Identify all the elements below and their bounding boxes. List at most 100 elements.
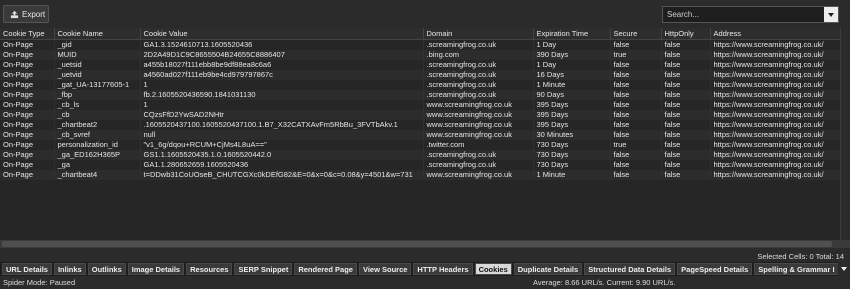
table-cell[interactable]: _uetsid bbox=[54, 60, 141, 70]
tab-duplicate-details[interactable]: Duplicate Details bbox=[513, 263, 583, 275]
column-header[interactable]: Expiration Time bbox=[533, 28, 611, 40]
table-row[interactable]: On-Page _gat_UA-13177605-1 1 .screamingfrog… bbox=[0, 80, 841, 90]
table-row[interactable]: On-Page _uetsid a455b18027f111ebb8be9df88e… bbox=[0, 60, 841, 70]
table-cell[interactable]: www.screamingfrog.co.uk bbox=[423, 120, 534, 130]
table-cell[interactable]: false bbox=[661, 140, 711, 150]
table-cell[interactable]: 730 Days bbox=[533, 160, 611, 170]
column-header[interactable]: Secure bbox=[610, 28, 662, 40]
table-cell[interactable]: true bbox=[610, 50, 662, 60]
tab-serp-snippet[interactable]: SERP Snippet bbox=[234, 263, 293, 275]
table-cell[interactable]: 730 Days bbox=[533, 150, 611, 160]
tab-structured-data-details[interactable]: Structured Data Details bbox=[584, 263, 676, 275]
table-cell[interactable]: On-Page bbox=[0, 140, 55, 150]
table-cell[interactable]: false bbox=[661, 130, 711, 140]
table-cell[interactable]: 1 bbox=[140, 80, 424, 90]
table-cell[interactable]: On-Page bbox=[0, 60, 55, 70]
tab-inlinks[interactable]: Inlinks bbox=[53, 263, 86, 275]
table-cell[interactable]: false bbox=[661, 120, 711, 130]
tab-rendered-page[interactable]: Rendered Page bbox=[294, 263, 357, 275]
table-cell[interactable]: On-Page bbox=[0, 80, 55, 90]
search-dropdown-button[interactable] bbox=[824, 7, 838, 22]
table-cell[interactable]: false bbox=[661, 100, 711, 110]
table-cell[interactable]: false bbox=[661, 110, 711, 120]
table-cell[interactable]: false bbox=[610, 80, 662, 90]
tab-view-source[interactable]: View Source bbox=[358, 263, 412, 275]
tab-http-headers[interactable]: HTTP Headers bbox=[413, 263, 473, 275]
table-cell[interactable]: On-Page bbox=[0, 39, 55, 50]
table-cell[interactable]: false bbox=[610, 90, 662, 100]
table-cell[interactable]: false bbox=[661, 50, 711, 60]
table-cell[interactable]: _gat_UA-13177605-1 bbox=[54, 80, 141, 90]
table-cell[interactable]: false bbox=[610, 100, 662, 110]
table-row[interactable]: On-Page _chartbeat2.1605520437100.1605520… bbox=[0, 120, 841, 130]
table-cell[interactable]: false bbox=[610, 70, 662, 80]
table-row[interactable]: On-Page _cb CQzsFfD2YwSAD2NHtr www.screamin… bbox=[0, 110, 841, 120]
table-row[interactable]: On-Page _cb_ls 1 www.screamingfrog.co.uk 395… bbox=[0, 100, 841, 110]
table-row[interactable]: On-Page personalization_id "v1_6g/dqou+RCU… bbox=[0, 140, 841, 150]
table-cell[interactable]: .1605520437100.1605520437100.1.B7_X32CAT… bbox=[140, 120, 424, 130]
table-cell[interactable]: personalization_id bbox=[54, 140, 141, 150]
table-cell[interactable]: t=DDwb31CoUOseB_CHUTCGXc0kDEfG82&E=0&x=0… bbox=[140, 170, 424, 180]
table-cell[interactable]: _ga bbox=[54, 160, 141, 170]
table-cell[interactable]: On-Page bbox=[0, 50, 55, 60]
table-cell[interactable]: On-Page bbox=[0, 170, 55, 180]
table-cell[interactable]: _cb_ls bbox=[54, 100, 141, 110]
column-header[interactable]: Address bbox=[710, 28, 841, 40]
table-cell[interactable]: false bbox=[610, 130, 662, 140]
table-cell[interactable]: https://www.screamingfrog.co.uk/ bbox=[710, 110, 841, 120]
table-cell[interactable]: On-Page bbox=[0, 160, 55, 170]
tabs-overflow-button[interactable] bbox=[838, 262, 850, 276]
table-cell[interactable]: 1 Minute bbox=[533, 170, 611, 180]
tab-cookies[interactable]: Cookies bbox=[474, 263, 512, 275]
table-row[interactable]: On-Page _gid GA1.3.1524610713.1605520436 .s… bbox=[0, 39, 841, 50]
column-header[interactable]: HttpOnly bbox=[661, 28, 711, 40]
table-cell[interactable]: 395 Days bbox=[533, 100, 611, 110]
table-cell[interactable]: _cb bbox=[54, 110, 141, 120]
table-cell[interactable]: .screamingfrog.co.uk bbox=[423, 90, 534, 100]
table-cell[interactable]: On-Page bbox=[0, 90, 55, 100]
table-row[interactable]: On-Page _uetvid a4560ad027f111eb9be4cd9797… bbox=[0, 70, 841, 80]
table-cell[interactable]: On-Page bbox=[0, 100, 55, 110]
table-cell[interactable]: false bbox=[661, 60, 711, 70]
table-cell[interactable]: _fbp bbox=[54, 90, 141, 100]
table-cell[interactable]: _chartbeat2 bbox=[54, 120, 141, 130]
table-cell[interactable]: www.screamingfrog.co.uk bbox=[423, 130, 534, 140]
tab-image-details[interactable]: Image Details bbox=[127, 263, 185, 275]
table-cell[interactable]: https://www.screamingfrog.co.uk/ bbox=[710, 130, 841, 140]
table-cell[interactable]: true bbox=[610, 140, 662, 150]
column-header[interactable]: Domain bbox=[423, 28, 534, 40]
table-cell[interactable]: GA1.3.1524610713.1605520436 bbox=[140, 39, 424, 50]
table-cell[interactable]: .screamingfrog.co.uk bbox=[423, 70, 534, 80]
table-cell[interactable]: 1 Minute bbox=[533, 80, 611, 90]
table-cell[interactable]: false bbox=[610, 170, 662, 180]
table-cell[interactable]: false bbox=[661, 39, 711, 50]
table-cell[interactable]: false bbox=[661, 80, 711, 90]
table-cell[interactable]: 2D2A49D1C9C8655504B24655C8886407 bbox=[140, 50, 424, 60]
table-cell[interactable]: false bbox=[661, 150, 711, 160]
table-cell[interactable]: .twitter.com bbox=[423, 140, 534, 150]
column-header[interactable]: Cookie Value bbox=[140, 28, 424, 40]
table-cell[interactable]: https://www.screamingfrog.co.uk/ bbox=[710, 60, 841, 70]
table-cell[interactable]: .bing.com bbox=[423, 50, 534, 60]
table-cell[interactable]: GS1.1.1605520435.1.0.1605520442.0 bbox=[140, 150, 424, 160]
table-cell[interactable]: https://www.screamingfrog.co.uk/ bbox=[710, 150, 841, 160]
tab-outlinks[interactable]: Outlinks bbox=[87, 263, 126, 275]
table-cell[interactable]: false bbox=[610, 150, 662, 160]
table-row[interactable]: On-Page _ga GA1.1.280652659.1605520436 .scr… bbox=[0, 160, 841, 170]
column-header[interactable]: Cookie Type bbox=[0, 28, 55, 40]
table-cell[interactable]: On-Page bbox=[0, 120, 55, 130]
table-cell[interactable]: On-Page bbox=[0, 110, 55, 120]
table-row[interactable]: On-Page _cb_svref null www.screamingfrog.co… bbox=[0, 130, 841, 140]
table-cell[interactable]: _cb_svref bbox=[54, 130, 141, 140]
table-cell[interactable]: On-Page bbox=[0, 150, 55, 160]
table-cell[interactable]: "v1_6g/dqou+RCUM+CjMs4L8uA==" bbox=[140, 140, 424, 150]
table-cell[interactable]: 395 Days bbox=[533, 110, 611, 120]
search-input[interactable] bbox=[663, 7, 824, 22]
table-cell[interactable]: null bbox=[140, 130, 424, 140]
table-cell[interactable]: MUID bbox=[54, 50, 141, 60]
table-cell[interactable]: a4560ad027f111eb9be4cd979797867c bbox=[140, 70, 424, 80]
table-cell[interactable]: https://www.screamingfrog.co.uk/ bbox=[710, 140, 841, 150]
table-cell[interactable]: false bbox=[610, 160, 662, 170]
table-cell[interactable]: https://www.screamingfrog.co.uk/ bbox=[710, 120, 841, 130]
table-cell[interactable]: https://www.screamingfrog.co.uk/ bbox=[710, 170, 841, 180]
